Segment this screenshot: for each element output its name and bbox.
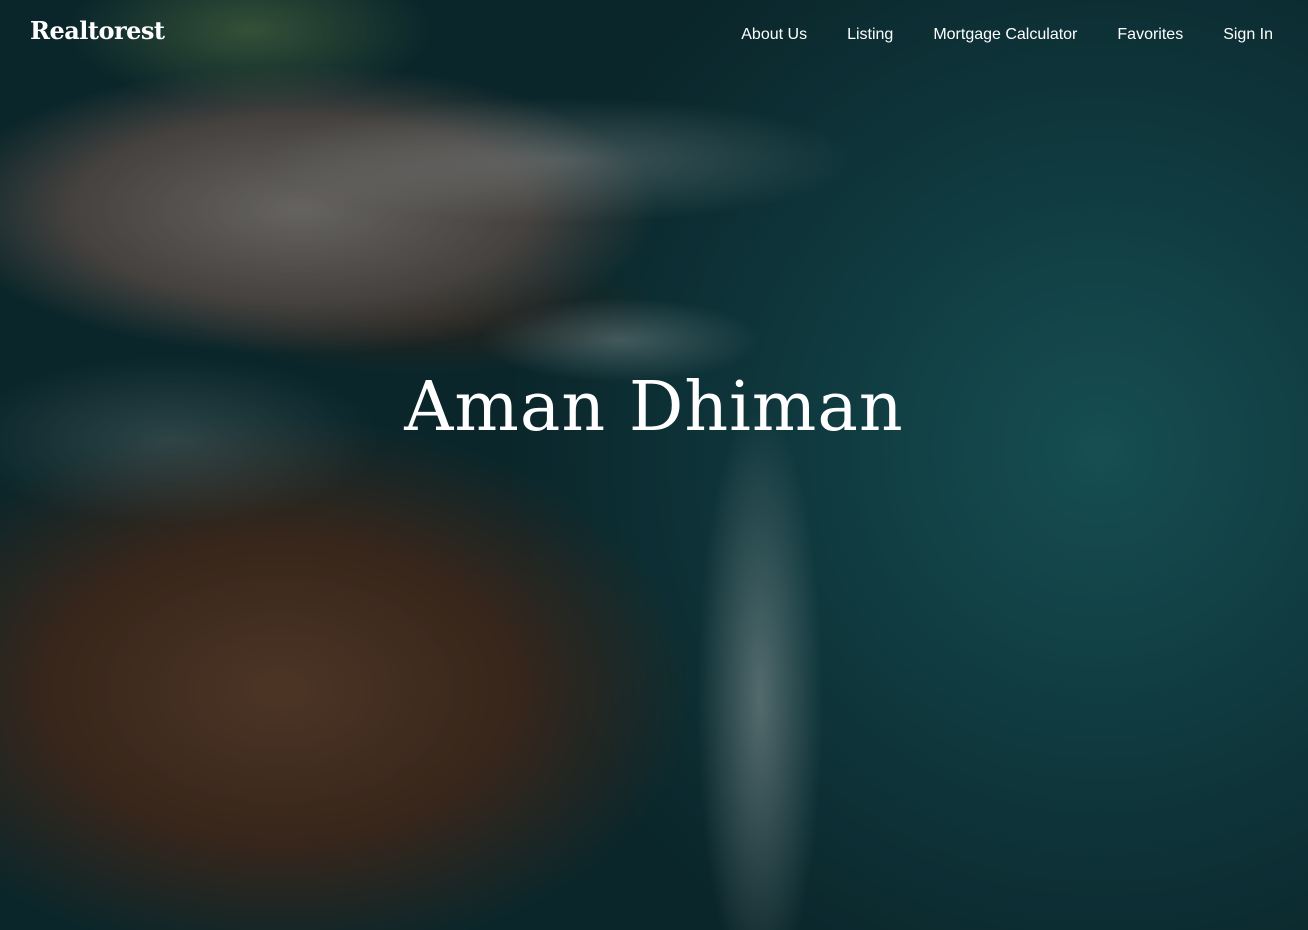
site-logo[interactable]: Realtorest (30, 16, 165, 45)
hero-title: Aman Dhiman (404, 368, 904, 447)
main-navigation: About Us Listing Mortgage Calculator Fav… (741, 26, 1273, 44)
nav-listing[interactable]: Listing (847, 26, 893, 44)
nav-about-us[interactable]: About Us (741, 26, 807, 44)
nav-sign-in[interactable]: Sign In (1223, 26, 1273, 44)
top-navbar: Realtorest About Us Listing Mortgage Cal… (0, 0, 1308, 70)
nav-favorites[interactable]: Favorites (1117, 26, 1183, 44)
hero-background: Realtorest About Us Listing Mortgage Cal… (0, 0, 1308, 930)
nav-mortgage-calculator[interactable]: Mortgage Calculator (933, 26, 1077, 44)
